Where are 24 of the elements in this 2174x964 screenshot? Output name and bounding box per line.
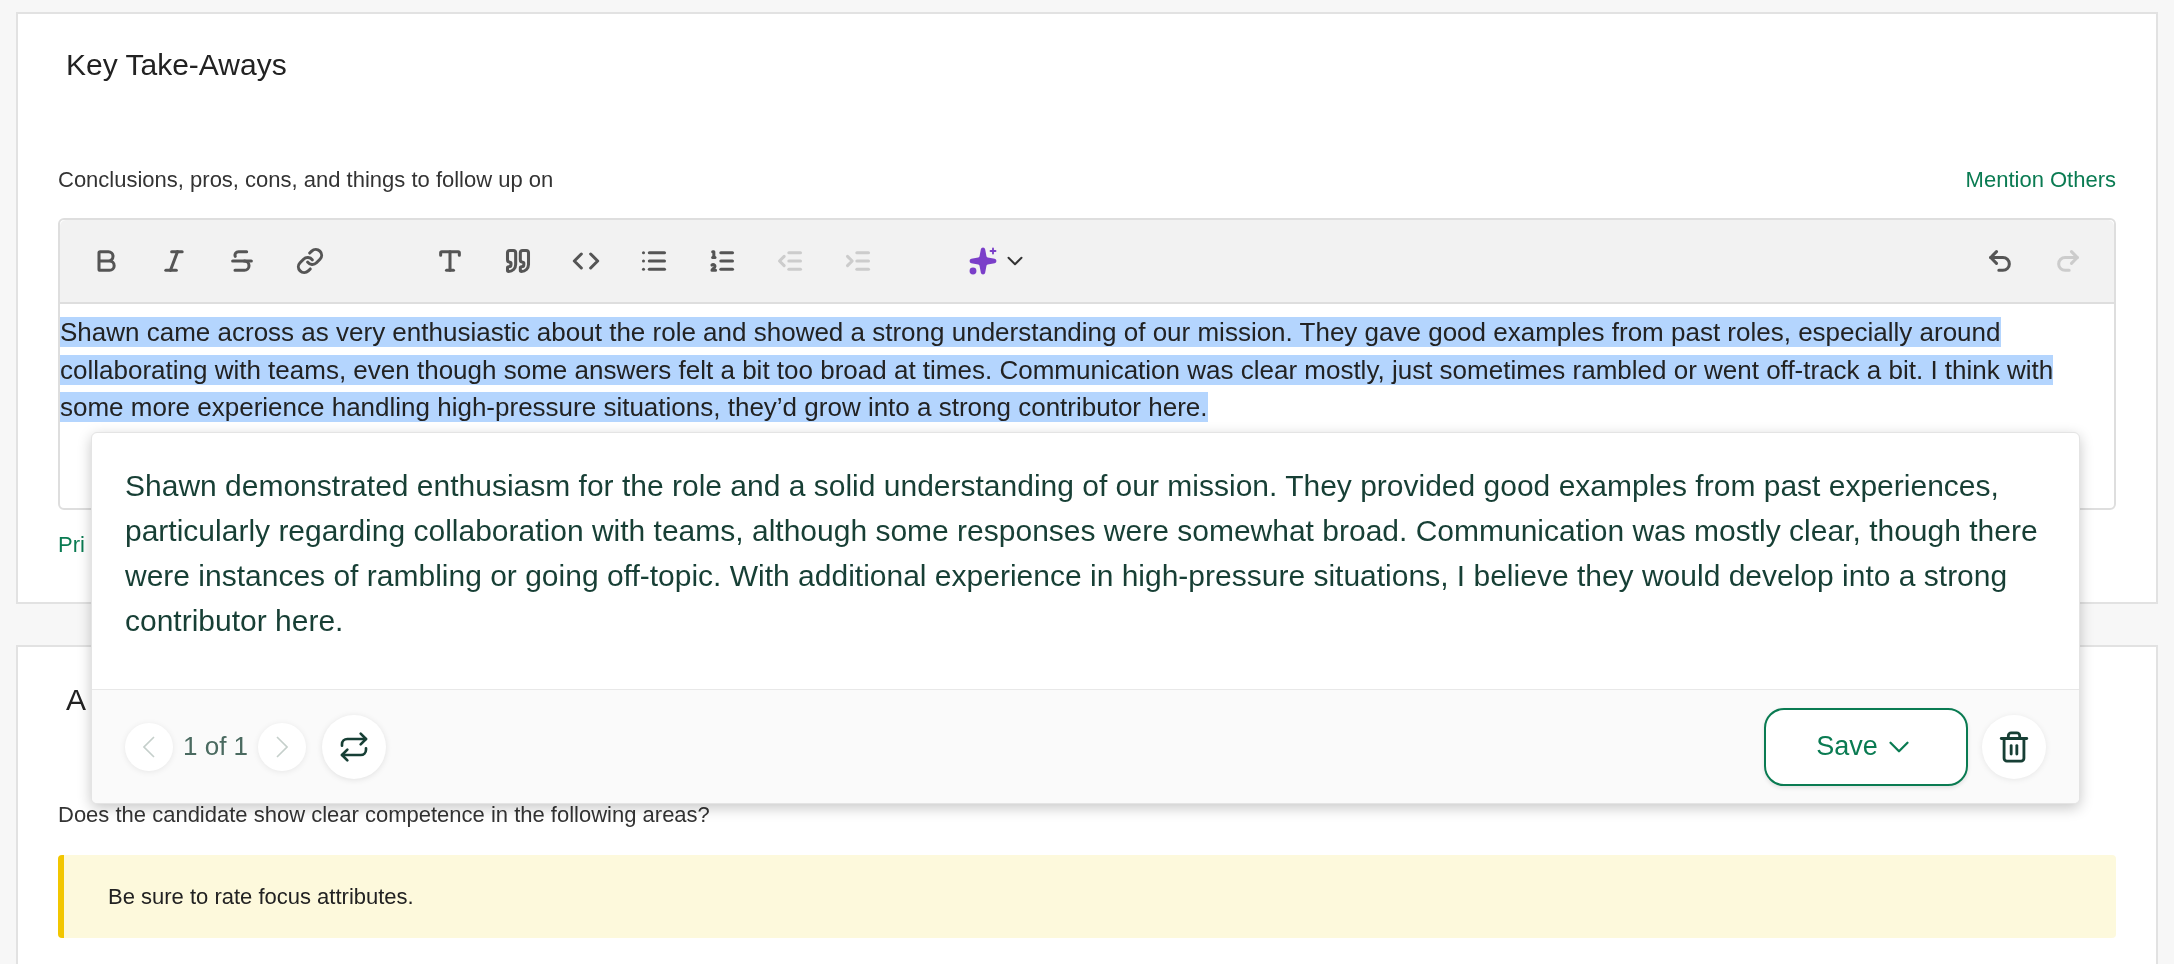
undo-icon xyxy=(1986,247,2014,275)
quote-icon xyxy=(504,247,532,275)
strikethrough-icon xyxy=(228,247,256,275)
question-text: Does the candidate show clear competence in the following areas? xyxy=(58,802,711,828)
chevron-right-icon xyxy=(276,735,289,758)
suggestion-counter: 1 of 1 xyxy=(183,730,249,763)
mention-others-link[interactable]: Mention Others xyxy=(1965,162,2116,196)
sparkles-icon xyxy=(968,246,998,276)
regenerate-button[interactable] xyxy=(322,714,387,779)
editor-text: Shawn came across as very enthusiastic about the role and showed a strong understanding of our mission. They gave good examples from past roles, especially around collaborating with teams, even though some answers felt a bit too broad at times. Communication was clear mostly, just sometimes rambled or went off-track a bit. I think with some more experience handling high-pressure situations, they’d grow into a strong contributor here. xyxy=(60,316,2055,424)
privacy-text: Pri xyxy=(58,532,85,558)
notice-text: Be sure to rate focus attributes. xyxy=(108,883,414,911)
link-icon xyxy=(296,247,324,275)
trash-icon xyxy=(1997,729,2031,764)
section-title: A xyxy=(65,682,86,718)
field-label: Conclusions, pros, cons, and things to follow up on xyxy=(58,165,554,194)
suggested-text: Shawn demonstrated enthusiasm for the role and a solid understanding of our mission. They provided good examples from past experiences, particularly regarding collaboration with teams, although some responses were somewhat broad. Communication was mostly clear, though there were instances of rambling or going off-topic. With additional experience in high-pressure situations, I believe they would develop into a strong contributor here. xyxy=(125,468,2039,639)
text-size-icon xyxy=(436,247,464,275)
section-title: Key Take-Aways xyxy=(65,47,288,83)
delete-button[interactable] xyxy=(1982,714,2046,779)
chevron-left-icon xyxy=(143,735,155,758)
save-button[interactable]: Save xyxy=(1764,707,1968,786)
redo-icon xyxy=(2054,247,2082,275)
numbered-list-icon xyxy=(708,247,736,275)
